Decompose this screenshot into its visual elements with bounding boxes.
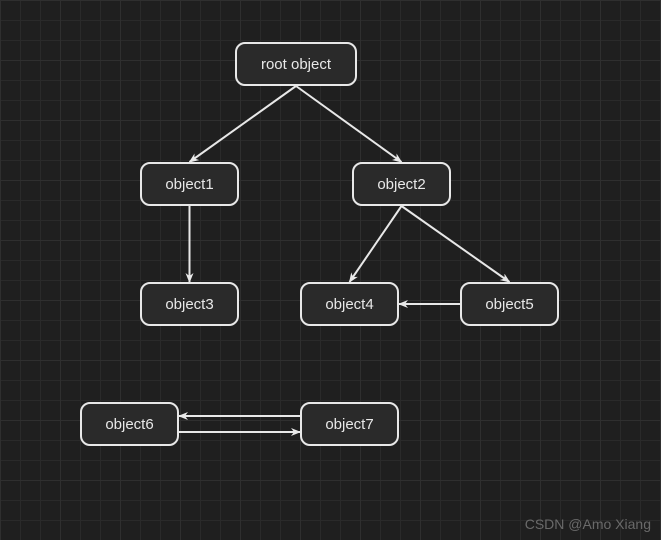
node-obj5: object5 (460, 282, 559, 326)
node-label: object3 (165, 296, 213, 313)
node-label: object5 (485, 296, 533, 313)
node-label: object4 (325, 296, 373, 313)
node-label: object1 (165, 176, 213, 193)
node-obj6: object6 (80, 402, 179, 446)
node-label: object7 (325, 416, 373, 433)
node-obj7: object7 (300, 402, 399, 446)
node-obj3: object3 (140, 282, 239, 326)
watermark-text: CSDN @Amo Xiang (525, 516, 651, 532)
node-obj2: object2 (352, 162, 451, 206)
node-label: root object (261, 56, 331, 73)
node-obj1: object1 (140, 162, 239, 206)
node-label: object2 (377, 176, 425, 193)
node-label: object6 (105, 416, 153, 433)
node-obj4: object4 (300, 282, 399, 326)
node-root: root object (235, 42, 357, 86)
